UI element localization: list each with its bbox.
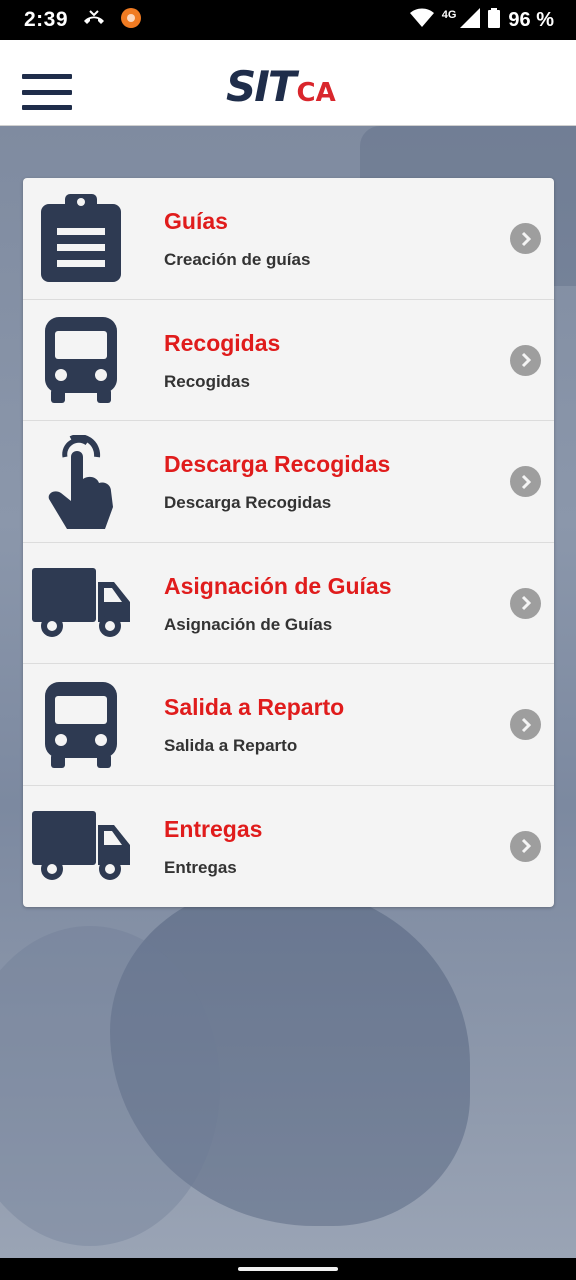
status-right: 4G 96 % <box>409 7 554 33</box>
chevron-right-icon[interactable] <box>510 830 541 862</box>
app-header: SIT CA <box>0 40 576 126</box>
battery-percentage: 96 % <box>508 8 554 31</box>
menu-item-title: Guías <box>164 208 228 234</box>
chevron-right-icon[interactable] <box>510 223 541 254</box>
menu-item-asignacion-guias[interactable]: Asignación de Guías Asignación de Guías <box>23 543 554 664</box>
menu-item-recogidas[interactable]: Recogidas Recogidas <box>23 300 554 421</box>
status-bar: 2:39 4G 96 % <box>0 0 576 40</box>
menu-item-title: Recogidas <box>164 329 281 356</box>
network-type-label: 4G <box>441 9 457 21</box>
chevron-right-icon[interactable] <box>510 587 541 619</box>
menu-item-title: Salida a Reparto <box>164 694 345 720</box>
chevron-right-icon[interactable] <box>510 709 541 740</box>
menu-card: Guías Creación de guías Recogidas Recogi… <box>23 178 554 907</box>
hand-pointer-icon <box>27 421 135 542</box>
truck-icon <box>27 786 135 907</box>
home-gesture-handle[interactable] <box>238 1267 338 1271</box>
logo-main-text: SIT <box>226 62 297 111</box>
missed-call-icon <box>82 9 106 32</box>
menu-item-subtitle: Entregas <box>164 857 237 877</box>
menu-item-title: Descarga Recogidas <box>164 451 391 477</box>
app-logo: SIT CA <box>226 60 336 108</box>
menu-item-subtitle: Descarga Recogidas <box>164 493 332 512</box>
battery-icon <box>488 7 501 33</box>
menu-item-descarga-recogidas[interactable]: Descarga Recogidas Descarga Recogidas <box>23 421 554 543</box>
wifi-icon <box>409 8 434 33</box>
menu-item-title: Entregas <box>164 815 263 842</box>
menu-item-salida-reparto[interactable]: Salida a Reparto Salida a Reparto <box>23 664 554 786</box>
chevron-right-icon[interactable] <box>510 344 541 376</box>
notification-app-icon <box>120 7 142 34</box>
menu-item-subtitle: Asignación de Guías <box>164 614 333 634</box>
menu-item-subtitle: Salida a Reparto <box>164 736 298 755</box>
signal-icon <box>460 7 481 33</box>
system-nav-bar <box>0 1258 576 1280</box>
status-time: 2:39 <box>24 8 69 31</box>
menu-item-guias[interactable]: Guías Creación de guías <box>23 178 554 300</box>
status-left: 2:39 <box>24 7 142 34</box>
menu-item-subtitle: Creación de guías <box>164 250 311 269</box>
hamburger-menu-icon[interactable] <box>22 74 72 110</box>
menu-item-title: Asignación de Guías <box>164 572 392 599</box>
menu-item-entregas[interactable]: Entregas Entregas <box>23 786 554 908</box>
chevron-right-icon[interactable] <box>510 466 541 497</box>
logo-suffix-text: CA <box>296 78 336 108</box>
bus-icon <box>27 664 135 785</box>
menu-item-subtitle: Recogidas <box>164 371 250 391</box>
bus-icon <box>27 300 135 421</box>
clipboard-icon <box>27 178 135 299</box>
truck-icon <box>27 543 135 664</box>
